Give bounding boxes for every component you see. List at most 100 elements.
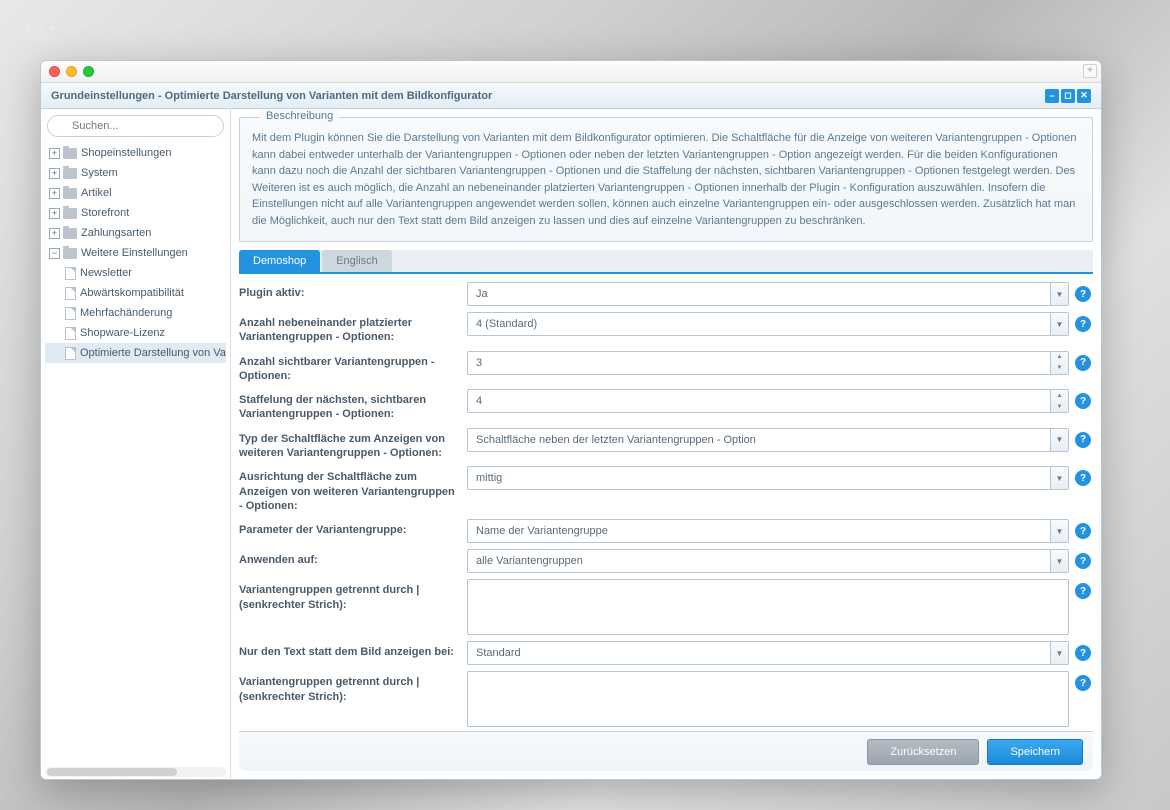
tree-item[interactable]: Optimierte Darstellung von Va: [45, 343, 226, 363]
tree-label: Artikel: [81, 187, 112, 199]
form-row: Staffelung der nächsten, sichtbaren Vari…: [239, 389, 1091, 422]
textarea-field[interactable]: [467, 579, 1069, 635]
spinner-trigger[interactable]: ▲▼: [1050, 352, 1068, 374]
tab[interactable]: Demoshop: [239, 250, 320, 272]
select-field[interactable]: Ja▼: [467, 282, 1069, 306]
expander-icon[interactable]: +: [49, 168, 60, 179]
help-icon[interactable]: ?: [1075, 583, 1091, 599]
tree-label: Mehrfachänderung: [80, 307, 172, 319]
form-row: Anzahl sichtbarer Variantengruppen - Opt…: [239, 351, 1091, 384]
tree-label: Shopware-Lizenz: [80, 327, 165, 339]
file-icon: [65, 287, 76, 300]
description-fieldset: Beschreibung Mit dem Plugin können Sie d…: [239, 117, 1093, 242]
select-field[interactable]: alle Variantengruppen▼: [467, 549, 1069, 573]
select-field[interactable]: Name der Variantengruppe▼: [467, 519, 1069, 543]
traffic-lights: [49, 66, 94, 77]
file-icon: [65, 267, 76, 280]
dropdown-trigger-icon[interactable]: ▼: [1050, 520, 1068, 542]
background-pattern: [20, 20, 70, 53]
expander-icon[interactable]: +: [49, 188, 60, 199]
help-icon[interactable]: ?: [1075, 645, 1091, 661]
form-label: Anzahl nebeneinander platzierter Variant…: [239, 312, 467, 345]
form-label: Variantengruppen getrennt durch | (senkr…: [239, 579, 467, 612]
tree-label: Zahlungsarten: [81, 227, 151, 239]
tree-label: Optimierte Darstellung von Va: [80, 347, 226, 359]
expander-icon[interactable]: +: [49, 148, 60, 159]
help-icon[interactable]: ?: [1075, 432, 1091, 448]
tree-item[interactable]: Newsletter: [45, 263, 226, 283]
tree-folder[interactable]: +System: [45, 163, 226, 183]
tree-label: Weitere Einstellungen: [81, 247, 188, 259]
form-control: alle Variantengruppen▼?: [467, 549, 1091, 573]
form-label: Anzahl sichtbarer Variantengruppen - Opt…: [239, 351, 467, 384]
tree-label: Storefront: [81, 207, 129, 219]
textarea-field[interactable]: [467, 671, 1069, 727]
tree-label: Newsletter: [80, 267, 132, 279]
select-field[interactable]: Standard▼: [467, 641, 1069, 665]
dropdown-trigger-icon[interactable]: ▼: [1050, 313, 1068, 335]
form-control: Standard▼?: [467, 641, 1091, 665]
minimize-button[interactable]: −: [1045, 89, 1059, 103]
dropdown-trigger-icon[interactable]: ▼: [1050, 429, 1068, 451]
select-field[interactable]: mittig▼: [467, 466, 1069, 490]
sidebar: 🔍 +Shopeinstellungen+System+Artikel+Stor…: [41, 109, 231, 779]
form-control: 4▲▼?: [467, 389, 1091, 413]
close-button[interactable]: ✕: [1077, 89, 1091, 103]
save-button[interactable]: Speichern: [987, 739, 1083, 765]
reset-button[interactable]: Zurücksetzen: [867, 739, 979, 765]
window-header: Grundeinstellungen - Optimierte Darstell…: [41, 83, 1101, 109]
expander-icon[interactable]: +: [49, 208, 60, 219]
select-field[interactable]: Schaltfläche neben der letzten Varianten…: [467, 428, 1069, 452]
help-icon[interactable]: ?: [1075, 470, 1091, 486]
tree-folder[interactable]: +Shopeinstellungen: [45, 143, 226, 163]
dropdown-trigger-icon[interactable]: ▼: [1050, 550, 1068, 572]
description-text: Mit dem Plugin können Sie die Darstellun…: [252, 130, 1080, 229]
form-control: Name der Variantengruppe▼?: [467, 519, 1091, 543]
maximize-window-icon[interactable]: [83, 66, 94, 77]
folder-icon: [63, 168, 77, 179]
folder-icon: [63, 248, 77, 259]
help-icon[interactable]: ?: [1075, 675, 1091, 691]
settings-window: + Grundeinstellungen - Optimierte Darste…: [40, 60, 1102, 780]
titlebar[interactable]: +: [41, 61, 1101, 83]
form-label: Staffelung der nächsten, sichtbaren Vari…: [239, 389, 467, 422]
expander-icon[interactable]: −: [49, 248, 60, 259]
dropdown-trigger-icon[interactable]: ▼: [1050, 642, 1068, 664]
restore-button[interactable]: ◻: [1061, 89, 1075, 103]
tree-item[interactable]: Shopware-Lizenz: [45, 323, 226, 343]
horizontal-scrollbar[interactable]: [45, 767, 226, 777]
tree-folder[interactable]: − Weitere Einstellungen: [45, 243, 226, 263]
tree-folder[interactable]: + Artikel: [45, 183, 226, 203]
dropdown-trigger-icon[interactable]: ▼: [1050, 283, 1068, 305]
form-row: Variantengruppen getrennt durch | (senkr…: [239, 579, 1091, 635]
spinner-field[interactable]: 3▲▼: [467, 351, 1069, 375]
tree-folder[interactable]: + Zahlungsarten: [45, 223, 226, 243]
search-input[interactable]: [47, 115, 224, 137]
folder-icon: [63, 208, 77, 219]
close-window-icon[interactable]: [49, 66, 60, 77]
form-control: Schaltfläche neben der letzten Varianten…: [467, 428, 1091, 452]
spinner-field[interactable]: 4▲▼: [467, 389, 1069, 413]
tree-folder[interactable]: + Storefront: [45, 203, 226, 223]
spinner-trigger[interactable]: ▲▼: [1050, 390, 1068, 412]
help-icon[interactable]: ?: [1075, 355, 1091, 371]
help-icon[interactable]: ?: [1075, 393, 1091, 409]
form-control: ?: [467, 671, 1091, 727]
tab[interactable]: Englisch: [322, 250, 392, 272]
form-row: Anwenden auf:alle Variantengruppen▼?: [239, 549, 1091, 573]
tree-item[interactable]: Mehrfachänderung: [45, 303, 226, 323]
form-row: Parameter der Variantengruppe:Name der V…: [239, 519, 1091, 543]
help-icon[interactable]: ?: [1075, 316, 1091, 332]
file-icon: [65, 327, 76, 340]
tree-item[interactable]: Abwärtskompatibilität: [45, 283, 226, 303]
select-field[interactable]: 4 (Standard)▼: [467, 312, 1069, 336]
minimize-window-icon[interactable]: [66, 66, 77, 77]
dropdown-trigger-icon[interactable]: ▼: [1050, 467, 1068, 489]
form-label: Anwenden auf:: [239, 549, 467, 567]
new-tab-button[interactable]: +: [1083, 64, 1097, 78]
file-icon: [65, 307, 76, 320]
help-icon[interactable]: ?: [1075, 523, 1091, 539]
expander-icon[interactable]: +: [49, 228, 60, 239]
help-icon[interactable]: ?: [1075, 286, 1091, 302]
help-icon[interactable]: ?: [1075, 553, 1091, 569]
